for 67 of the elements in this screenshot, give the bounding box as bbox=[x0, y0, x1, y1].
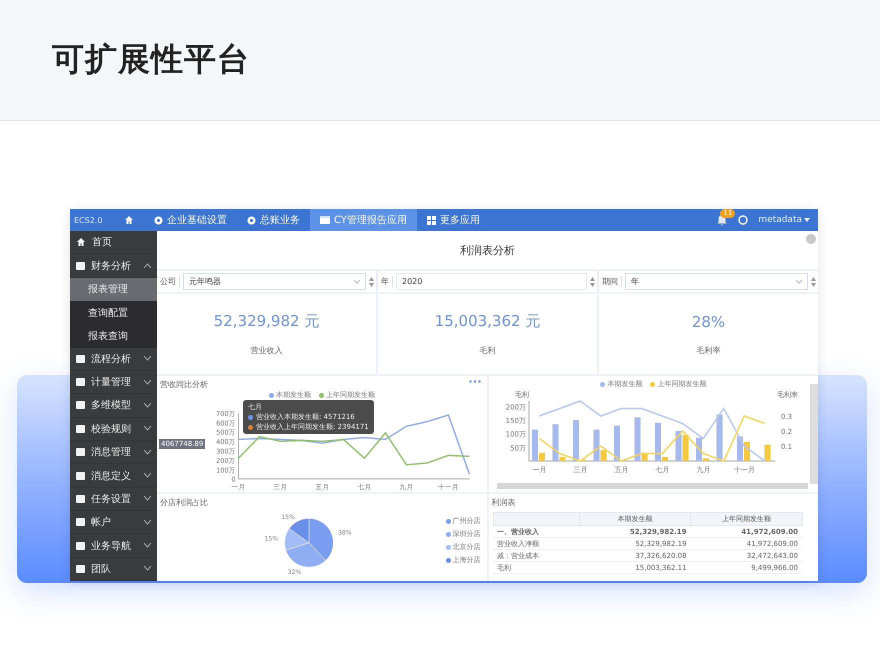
filter-field[interactable]: 年 bbox=[625, 273, 808, 290]
folder-icon bbox=[76, 518, 85, 526]
folder-icon bbox=[76, 401, 85, 410]
caret-icon bbox=[804, 218, 810, 222]
nav-tab[interactable]: 更多应用 bbox=[416, 209, 490, 231]
kpi-label: 毛利率 bbox=[696, 344, 720, 356]
bar bbox=[716, 414, 722, 461]
chevron-down-icon bbox=[144, 520, 151, 525]
home-icon bbox=[76, 237, 86, 248]
folder-icon bbox=[76, 448, 85, 456]
folder-icon bbox=[76, 378, 85, 386]
chevron-down-icon bbox=[144, 426, 151, 432]
kpi-label: 毛利 bbox=[480, 345, 496, 356]
panel-title: 分店利润占比 bbox=[159, 497, 209, 508]
close-button[interactable] bbox=[806, 234, 816, 244]
chevron-up-icon bbox=[144, 263, 151, 268]
more-icon[interactable] bbox=[468, 380, 480, 383]
scrollbar[interactable] bbox=[810, 384, 818, 484]
page-title: 可扩展性平台 bbox=[52, 39, 250, 80]
kpi-value: 52,329,982 元 bbox=[214, 312, 320, 331]
folder-icon bbox=[76, 424, 85, 433]
nav-tab[interactable]: 总账业务 bbox=[237, 209, 310, 231]
chevron-down-icon bbox=[144, 356, 151, 362]
folder-icon bbox=[76, 494, 85, 503]
chevron-down-icon bbox=[144, 496, 151, 502]
spinner-icon[interactable] bbox=[811, 276, 816, 288]
scrollbar[interactable] bbox=[496, 483, 808, 489]
chevron-down-icon bbox=[144, 450, 151, 455]
chevron-down-icon bbox=[144, 566, 151, 572]
filter-label: 期间 bbox=[599, 276, 622, 287]
filter-field[interactable]: 元年鸣器 bbox=[183, 273, 366, 290]
folder-icon bbox=[76, 354, 85, 363]
sidebar-subitem[interactable]: 报表查询 bbox=[70, 324, 157, 348]
folder-icon bbox=[76, 564, 85, 573]
chevron-down-icon bbox=[796, 280, 802, 284]
nav-tab[interactable]: 企业基础设置 bbox=[144, 209, 237, 231]
folder-icon bbox=[76, 262, 85, 270]
chevron-down-icon bbox=[354, 280, 360, 284]
brand-label: ECS2.0 bbox=[73, 216, 104, 224]
chevron-down-icon bbox=[144, 543, 151, 548]
chevron-down-icon bbox=[144, 473, 151, 478]
home-icon bbox=[124, 215, 134, 225]
spinner-icon[interactable] bbox=[369, 276, 374, 288]
settings-icon[interactable] bbox=[738, 215, 748, 225]
report-title: 利润表分析 bbox=[460, 242, 515, 258]
filter-label: 公司 bbox=[157, 276, 180, 287]
panel-title: 营收同比分析 bbox=[159, 379, 209, 390]
user-menu[interactable]: metadata bbox=[758, 215, 810, 225]
spinner-icon[interactable] bbox=[590, 276, 595, 288]
folder-icon bbox=[76, 542, 85, 550]
kpi-value: 28% bbox=[692, 312, 726, 330]
sidebar-subitem[interactable]: 报表管理 bbox=[70, 278, 157, 301]
gear-icon bbox=[247, 216, 256, 224]
chevron-down-icon bbox=[144, 402, 151, 408]
filter-label: 年 bbox=[378, 276, 393, 287]
panel-title: 利润表 bbox=[490, 497, 516, 508]
chevron-down-icon bbox=[144, 380, 151, 385]
bar bbox=[614, 426, 620, 461]
gear-icon bbox=[154, 216, 163, 224]
grid-icon bbox=[426, 216, 436, 224]
sidebar-subitem[interactable]: 查询配置 bbox=[70, 301, 157, 324]
folder-icon bbox=[76, 472, 85, 480]
kpi-label: 营业收入 bbox=[250, 345, 282, 356]
bar bbox=[764, 444, 770, 461]
filter-field[interactable]: 2020 bbox=[396, 273, 587, 290]
kpi-value: 15,003,362 元 bbox=[434, 312, 540, 331]
window-icon bbox=[320, 216, 330, 224]
